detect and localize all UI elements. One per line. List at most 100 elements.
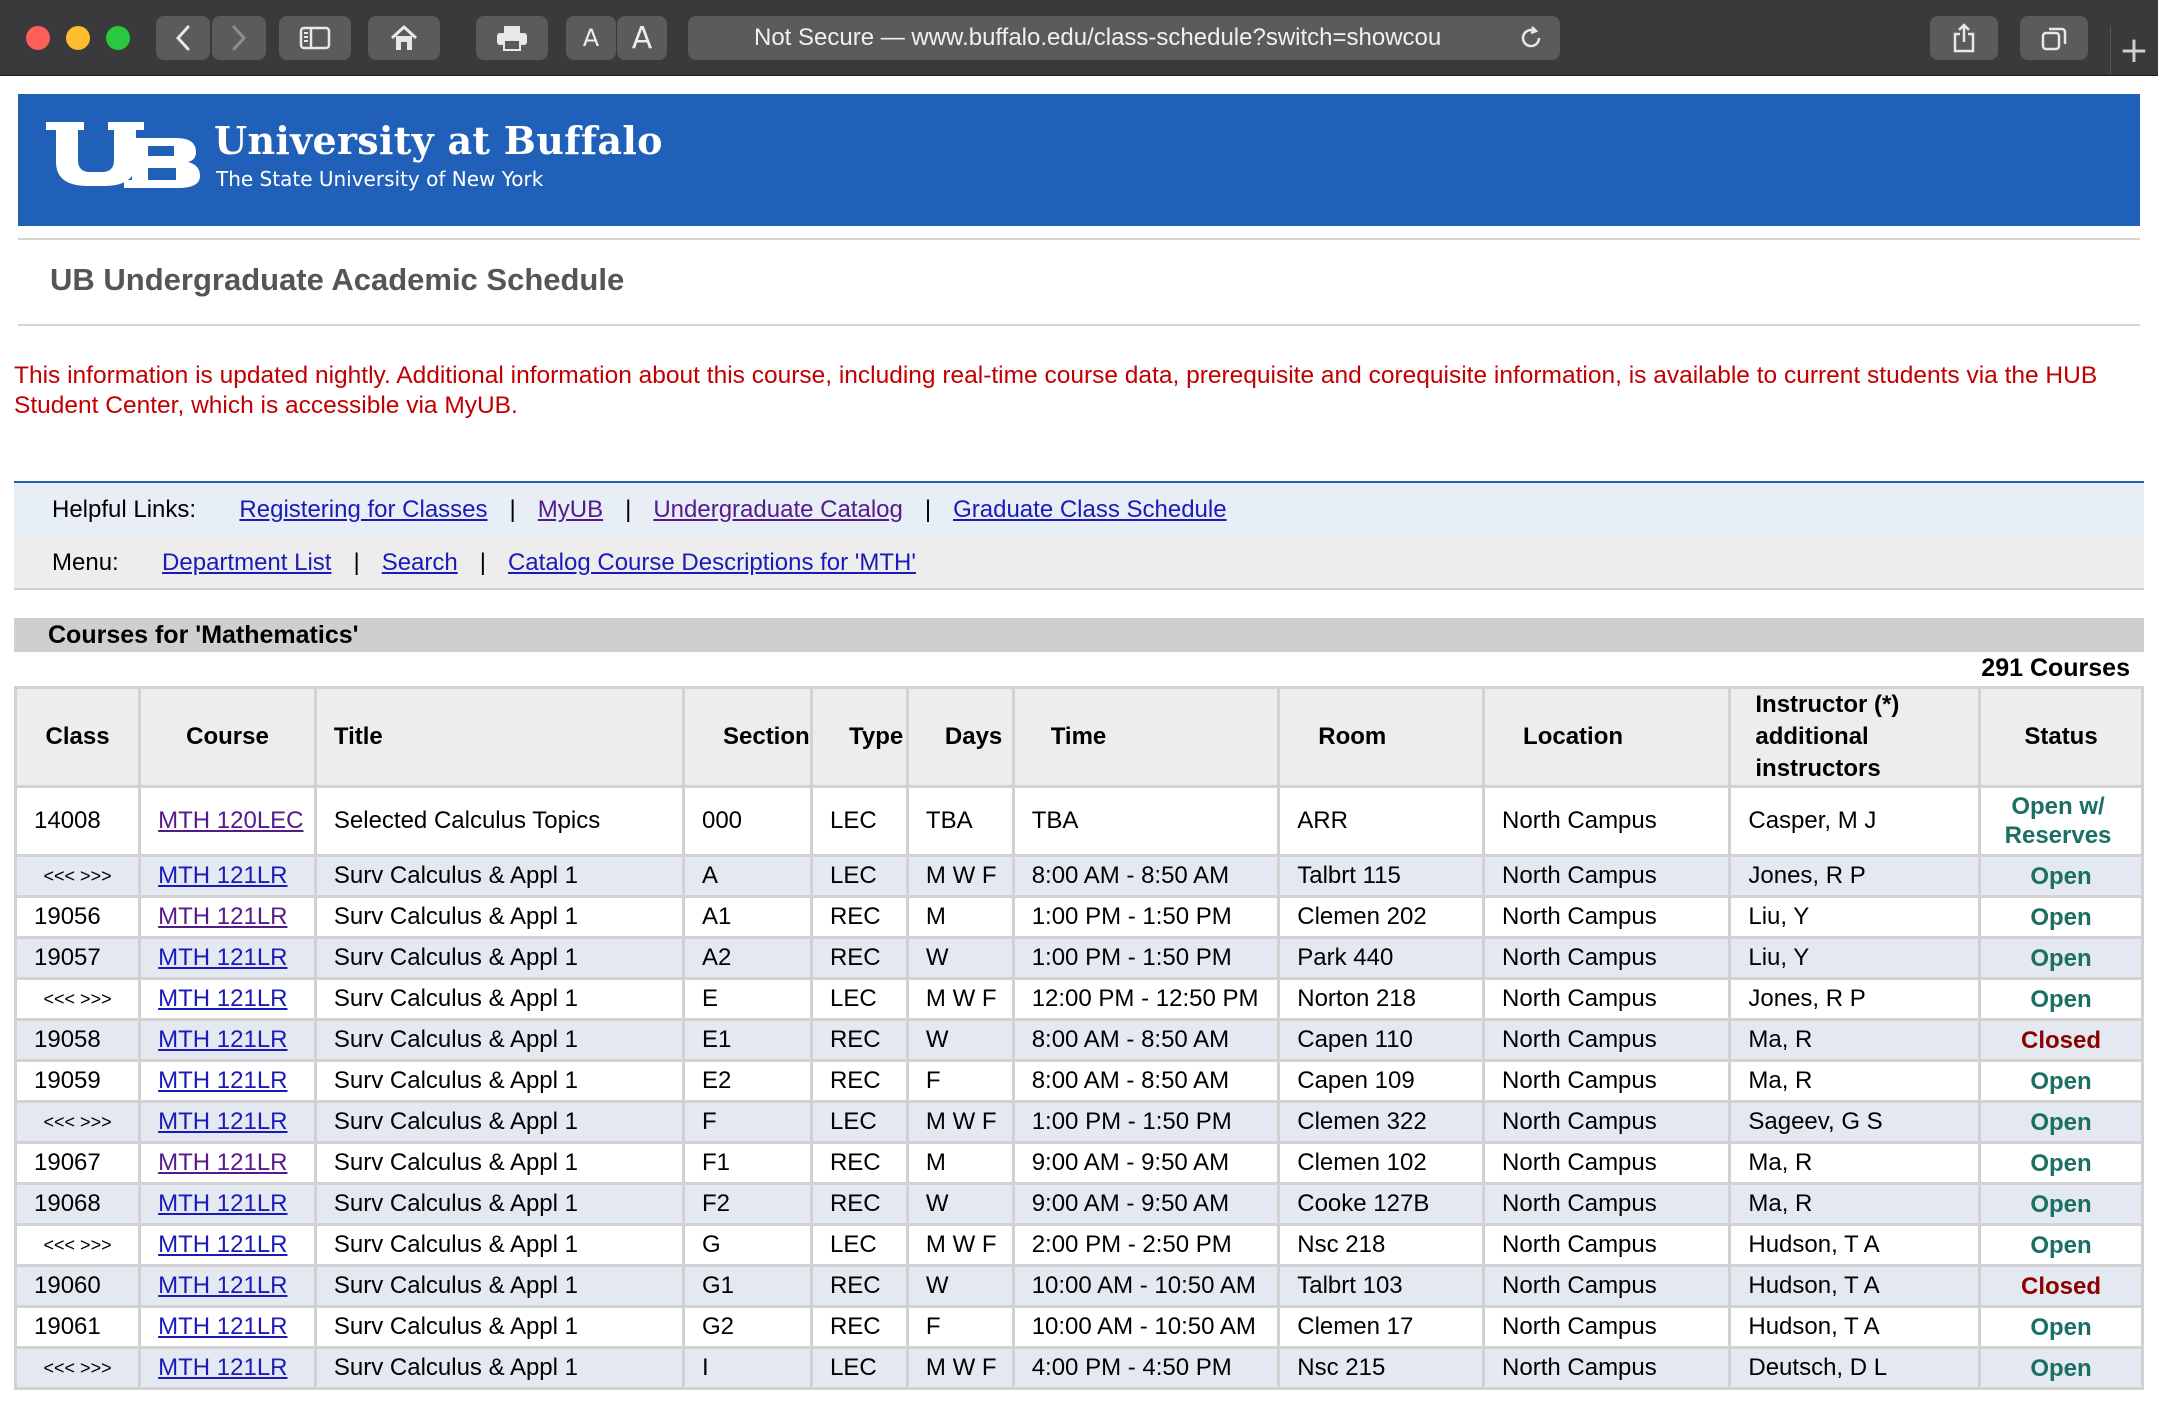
cell-status: Open w/ Reserves [1978,785,2144,857]
column-header[interactable]: Status [1978,686,2144,788]
link-department-list[interactable]: Department List [162,549,331,576]
back-button[interactable] [156,16,210,60]
column-header[interactable]: Time [1011,686,1281,788]
link-myub[interactable]: MyUB [538,496,603,523]
link-catalog-course-descriptions[interactable]: Catalog Course Descriptions for 'MTH' [508,549,916,576]
sidebar-button[interactable] [279,16,351,60]
university-name: University at Buffalo [214,118,663,163]
table-row: <<< >>> MTH 121LR Surv Calculus & Appl 1IL… [13,1346,2144,1390]
cell-instructor: Ma, R [1728,1141,1982,1185]
cell-title: Surv Calculus & Appl 1 [313,1305,685,1349]
cell-time: 8:00 AM - 8:50 AM [1011,1059,1281,1103]
column-header[interactable]: Location [1482,686,1732,788]
link-registering-for-classes[interactable]: Registering for Classes [239,496,487,523]
course-link[interactable]: MTH 121LR [158,1108,287,1135]
cell-instructor: Ma, R [1728,1182,1982,1226]
course-link[interactable]: MTH 121LR [158,944,287,971]
cell-title: Surv Calculus & Appl 1 [313,936,685,980]
show-tabs-button[interactable] [2020,16,2088,60]
forward-button[interactable] [212,16,266,60]
reload-icon[interactable] [1518,25,1544,51]
minimize-window-button[interactable] [66,26,90,50]
zoom-window-button[interactable] [106,26,130,50]
cell-status: Open [1978,1223,2144,1267]
close-window-button[interactable] [26,26,50,50]
course-link[interactable]: MTH 121LR [158,1313,287,1340]
link-undergraduate-catalog[interactable]: Undergraduate Catalog [653,496,903,523]
cell-days: F [905,1059,1015,1103]
cell-section: G1 [681,1264,813,1308]
cell-room: ARR [1277,785,1486,857]
chevron-right-icon [232,25,247,51]
column-header[interactable]: Room [1277,686,1486,788]
column-header[interactable]: Class [13,686,142,788]
course-link[interactable]: MTH 121LR [158,1231,287,1258]
course-link[interactable]: MTH 121LR [158,1026,287,1053]
column-header[interactable]: Days [905,686,1015,788]
ub-logo-icon[interactable] [44,120,204,190]
cell-class: 19067 [13,1141,142,1185]
column-header[interactable]: Instructor (*) additional instructors [1728,686,1982,788]
cell-days: W [905,1264,1015,1308]
column-header[interactable]: Course [138,686,317,788]
cell-class: <<< >>> [13,1346,142,1390]
cell-class: 19060 [13,1264,142,1308]
cell-title: Surv Calculus & Appl 1 [313,1141,685,1185]
course-link[interactable]: MTH 121LR [158,862,287,889]
address-bar[interactable]: Not Secure — www.buffalo.edu/class-sched… [688,16,1560,60]
column-header[interactable]: Type [809,686,909,788]
table-row: 19057 MTH 121LR Surv Calculus & Appl 1 A2 RE… [13,936,2144,980]
home-button[interactable] [368,16,440,60]
cell-type: REC [809,1018,909,1062]
cell-instructor: Liu, Y [1728,936,1982,980]
cell-section: E1 [681,1018,813,1062]
share-button[interactable] [1930,16,1998,60]
cell-time: 4:00 PM - 4:50 PM [1011,1346,1281,1390]
cell-location: North Campus [1482,895,1732,939]
cell-days: M [905,1141,1015,1185]
cell-type: REC [809,1305,909,1349]
link-graduate-class-schedule[interactable]: Graduate Class Schedule [953,496,1227,523]
cell-instructor: Jones, R P [1728,854,1982,898]
cell-location: North Campus [1482,785,1732,857]
cell-time: 1:00 PM - 1:50 PM [1011,895,1281,939]
link-search[interactable]: Search [382,549,458,576]
cell-instructor: Deutsch, D L [1728,1346,1982,1390]
cell-type: REC [809,936,909,980]
cell-time: 10:00 AM - 10:50 AM [1011,1305,1281,1349]
course-link[interactable]: MTH 121LR [158,1190,287,1217]
cell-status: Open [1978,936,2144,980]
course-link[interactable]: MTH 121LR [158,985,287,1012]
cell-type: LEC [809,1223,909,1267]
cell-room: Cooke 127B [1277,1182,1486,1226]
cell-room: Norton 218 [1277,977,1486,1021]
divider [18,238,2140,240]
cell-status: Open [1978,1100,2144,1144]
cell-title: Surv Calculus & Appl 1 [313,1100,685,1144]
cell-class: <<< >>> [13,1100,142,1144]
print-button[interactable] [476,16,548,60]
table-row: <<< >>> MTH 121LR Surv Calculus & Appl 1EL… [13,977,2144,1021]
cell-course: MTH 121LR [138,1305,317,1349]
menu-bar: Menu: Department List | Search | Catalog Cou… [14,536,2144,590]
column-header[interactable]: Section [681,686,813,788]
cell-title: Selected Calculus Topics [313,785,685,857]
course-link[interactable]: MTH 120LEC [158,807,303,834]
divider [18,324,2140,326]
text-larger-button[interactable]: A [617,16,667,60]
column-header[interactable]: Title [313,686,685,788]
cell-time: 1:00 PM - 1:50 PM [1011,936,1281,980]
cell-days: M W F [905,1346,1015,1390]
course-link[interactable]: MTH 121LR [158,903,287,930]
cell-course: MTH 121LR [138,854,317,898]
course-link[interactable]: MTH 121LR [158,1272,287,1299]
table-row: 14008 MTH 120LEC Selected Calculus Topics 0… [13,785,2144,857]
course-link[interactable]: MTH 121LR [158,1067,287,1094]
new-tab-button[interactable]: + [2110,26,2157,74]
cell-time: 8:00 AM - 8:50 AM [1011,854,1281,898]
course-link[interactable]: MTH 121LR [158,1354,287,1381]
course-link[interactable]: MTH 121LR [158,1149,287,1176]
cell-room: Talbrt 103 [1277,1264,1486,1308]
text-smaller-button[interactable]: A [566,16,616,60]
cell-title: Surv Calculus & Appl 1 [313,977,685,1021]
